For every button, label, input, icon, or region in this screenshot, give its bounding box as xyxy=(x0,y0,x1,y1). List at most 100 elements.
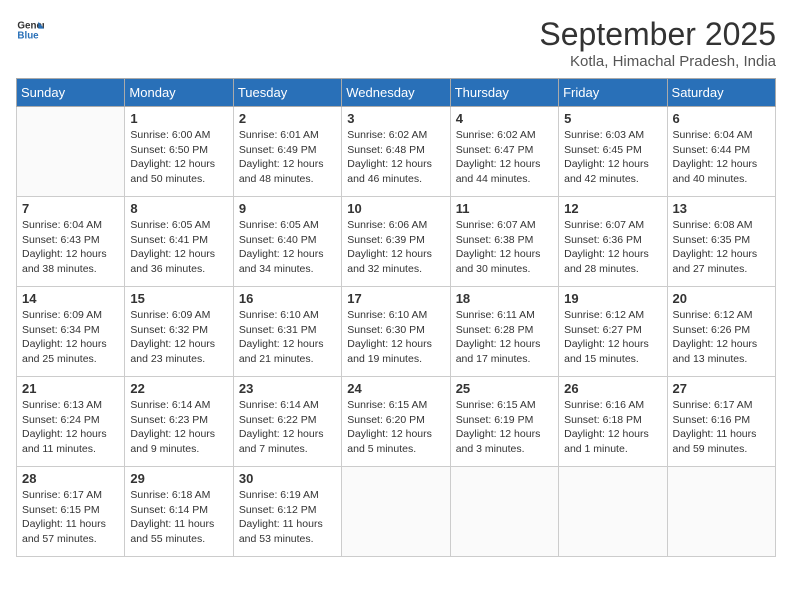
svg-text:Blue: Blue xyxy=(17,30,39,41)
calendar-cell: 26 Sunrise: 6:16 AMSunset: 6:18 PMDayligh… xyxy=(559,377,667,467)
day-info: Sunrise: 6:16 AMSunset: 6:18 PMDaylight:… xyxy=(564,398,661,457)
day-number: 13 xyxy=(673,201,770,216)
day-number: 24 xyxy=(347,381,444,396)
day-number: 26 xyxy=(564,381,661,396)
header: General Blue September 2025 Kotla, Himac… xyxy=(16,16,776,70)
day-info: Sunrise: 6:02 AMSunset: 6:47 PMDaylight:… xyxy=(456,128,553,187)
calendar-cell: 11 Sunrise: 6:07 AMSunset: 6:38 PMDayligh… xyxy=(450,197,558,287)
day-info: Sunrise: 6:03 AMSunset: 6:45 PMDaylight:… xyxy=(564,128,661,187)
calendar-cell xyxy=(667,467,775,557)
day-number: 11 xyxy=(456,201,553,216)
day-info: Sunrise: 6:18 AMSunset: 6:14 PMDaylight:… xyxy=(130,488,227,547)
day-info: Sunrise: 6:06 AMSunset: 6:39 PMDaylight:… xyxy=(347,218,444,277)
day-number: 28 xyxy=(22,471,119,486)
day-info: Sunrise: 6:11 AMSunset: 6:28 PMDaylight:… xyxy=(456,308,553,367)
calendar-cell: 18 Sunrise: 6:11 AMSunset: 6:28 PMDayligh… xyxy=(450,287,558,377)
month-title: September 2025 xyxy=(539,16,776,53)
calendar-cell xyxy=(17,107,125,197)
calendar-week-row: 28Sunrise: 6:17 AMSunset: 6:15 PMDayligh… xyxy=(17,467,776,557)
day-number: 12 xyxy=(564,201,661,216)
calendar-week-row: 1 Sunrise: 6:00 AMSunset: 6:50 PMDaylight… xyxy=(17,107,776,197)
day-info: Sunrise: 6:10 AMSunset: 6:30 PMDaylight:… xyxy=(347,308,444,367)
day-info: Sunrise: 6:00 AMSunset: 6:50 PMDaylight:… xyxy=(130,128,227,187)
day-info: Sunrise: 6:12 AMSunset: 6:27 PMDaylight:… xyxy=(564,308,661,367)
day-info: Sunrise: 6:04 AMSunset: 6:43 PMDaylight:… xyxy=(22,218,119,277)
calendar-cell: 10Sunrise: 6:06 AMSunset: 6:39 PMDayligh… xyxy=(342,197,450,287)
day-of-week-header: Thursday xyxy=(450,79,558,107)
day-number: 23 xyxy=(239,381,336,396)
day-info: Sunrise: 6:05 AMSunset: 6:40 PMDaylight:… xyxy=(239,218,336,277)
calendar-cell: 3 Sunrise: 6:02 AMSunset: 6:48 PMDaylight… xyxy=(342,107,450,197)
logo-icon: General Blue xyxy=(16,16,44,44)
calendar-cell: 28Sunrise: 6:17 AMSunset: 6:15 PMDayligh… xyxy=(17,467,125,557)
calendar-cell: 16 Sunrise: 6:10 AMSunset: 6:31 PMDayligh… xyxy=(233,287,341,377)
day-number: 15 xyxy=(130,291,227,306)
day-info: Sunrise: 6:09 AMSunset: 6:34 PMDaylight:… xyxy=(22,308,119,367)
calendar-week-row: 7 Sunrise: 6:04 AMSunset: 6:43 PMDaylight… xyxy=(17,197,776,287)
calendar-cell: 23 Sunrise: 6:14 AMSunset: 6:22 PMDayligh… xyxy=(233,377,341,467)
day-number: 1 xyxy=(130,111,227,126)
calendar-cell xyxy=(559,467,667,557)
day-number: 8 xyxy=(130,201,227,216)
day-info: Sunrise: 6:14 AMSunset: 6:23 PMDaylight:… xyxy=(130,398,227,457)
calendar-cell: 2 Sunrise: 6:01 AMSunset: 6:49 PMDaylight… xyxy=(233,107,341,197)
day-number: 30 xyxy=(239,471,336,486)
calendar-cell: 27Sunrise: 6:17 AMSunset: 6:16 PMDayligh… xyxy=(667,377,775,467)
day-info: Sunrise: 6:05 AMSunset: 6:41 PMDaylight:… xyxy=(130,218,227,277)
day-of-week-header: Friday xyxy=(559,79,667,107)
day-info: Sunrise: 6:13 AMSunset: 6:24 PMDaylight:… xyxy=(22,398,119,457)
day-info: Sunrise: 6:04 AMSunset: 6:44 PMDaylight:… xyxy=(673,128,770,187)
day-number: 21 xyxy=(22,381,119,396)
day-of-week-header: Sunday xyxy=(17,79,125,107)
day-info: Sunrise: 6:08 AMSunset: 6:35 PMDaylight:… xyxy=(673,218,770,277)
day-info: Sunrise: 6:02 AMSunset: 6:48 PMDaylight:… xyxy=(347,128,444,187)
calendar-cell: 6Sunrise: 6:04 AMSunset: 6:44 PMDaylight… xyxy=(667,107,775,197)
calendar-body: 1 Sunrise: 6:00 AMSunset: 6:50 PMDaylight… xyxy=(17,107,776,557)
calendar-week-row: 14Sunrise: 6:09 AMSunset: 6:34 PMDayligh… xyxy=(17,287,776,377)
day-of-week-header: Saturday xyxy=(667,79,775,107)
day-of-week-header: Tuesday xyxy=(233,79,341,107)
day-number: 4 xyxy=(456,111,553,126)
day-number: 3 xyxy=(347,111,444,126)
calendar-cell: 19Sunrise: 6:12 AMSunset: 6:27 PMDayligh… xyxy=(559,287,667,377)
calendar-cell: 25 Sunrise: 6:15 AMSunset: 6:19 PMDayligh… xyxy=(450,377,558,467)
calendar-cell: 4 Sunrise: 6:02 AMSunset: 6:47 PMDaylight… xyxy=(450,107,558,197)
day-info: Sunrise: 6:12 AMSunset: 6:26 PMDaylight:… xyxy=(673,308,770,367)
day-number: 7 xyxy=(22,201,119,216)
calendar-cell: 5Sunrise: 6:03 AMSunset: 6:45 PMDaylight… xyxy=(559,107,667,197)
day-info: Sunrise: 6:10 AMSunset: 6:31 PMDaylight:… xyxy=(239,308,336,367)
calendar-cell: 21 Sunrise: 6:13 AMSunset: 6:24 PMDayligh… xyxy=(17,377,125,467)
day-info: Sunrise: 6:15 AMSunset: 6:20 PMDaylight:… xyxy=(347,398,444,457)
day-number: 9 xyxy=(239,201,336,216)
day-info: Sunrise: 6:07 AMSunset: 6:36 PMDaylight:… xyxy=(564,218,661,277)
day-info: Sunrise: 6:09 AMSunset: 6:32 PMDaylight:… xyxy=(130,308,227,367)
day-number: 25 xyxy=(456,381,553,396)
day-info: Sunrise: 6:15 AMSunset: 6:19 PMDaylight:… xyxy=(456,398,553,457)
day-info: Sunrise: 6:07 AMSunset: 6:38 PMDaylight:… xyxy=(456,218,553,277)
calendar-cell xyxy=(450,467,558,557)
calendar-cell: 22Sunrise: 6:14 AMSunset: 6:23 PMDayligh… xyxy=(125,377,233,467)
logo: General Blue xyxy=(16,16,44,44)
calendar-cell: 29Sunrise: 6:18 AMSunset: 6:14 PMDayligh… xyxy=(125,467,233,557)
calendar-cell: 7 Sunrise: 6:04 AMSunset: 6:43 PMDaylight… xyxy=(17,197,125,287)
day-number: 27 xyxy=(673,381,770,396)
calendar-cell: 20Sunrise: 6:12 AMSunset: 6:26 PMDayligh… xyxy=(667,287,775,377)
calendar-cell: 13 Sunrise: 6:08 AMSunset: 6:35 PMDayligh… xyxy=(667,197,775,287)
calendar-cell: 9 Sunrise: 6:05 AMSunset: 6:40 PMDaylight… xyxy=(233,197,341,287)
calendar-table: SundayMondayTuesdayWednesdayThursdayFrid… xyxy=(16,78,776,557)
calendar-cell: 14Sunrise: 6:09 AMSunset: 6:34 PMDayligh… xyxy=(17,287,125,377)
day-of-week-header: Wednesday xyxy=(342,79,450,107)
calendar-week-row: 21 Sunrise: 6:13 AMSunset: 6:24 PMDayligh… xyxy=(17,377,776,467)
day-number: 2 xyxy=(239,111,336,126)
calendar-cell: 30Sunrise: 6:19 AMSunset: 6:12 PMDayligh… xyxy=(233,467,341,557)
day-number: 16 xyxy=(239,291,336,306)
day-number: 18 xyxy=(456,291,553,306)
day-info: Sunrise: 6:14 AMSunset: 6:22 PMDaylight:… xyxy=(239,398,336,457)
day-of-week-header: Monday xyxy=(125,79,233,107)
calendar-cell: 8 Sunrise: 6:05 AMSunset: 6:41 PMDaylight… xyxy=(125,197,233,287)
calendar-cell xyxy=(342,467,450,557)
location-title: Kotla, Himachal Pradesh, India xyxy=(539,53,776,70)
day-info: Sunrise: 6:01 AMSunset: 6:49 PMDaylight:… xyxy=(239,128,336,187)
calendar-cell: 24 Sunrise: 6:15 AMSunset: 6:20 PMDayligh… xyxy=(342,377,450,467)
calendar-cell: 12 Sunrise: 6:07 AMSunset: 6:36 PMDayligh… xyxy=(559,197,667,287)
